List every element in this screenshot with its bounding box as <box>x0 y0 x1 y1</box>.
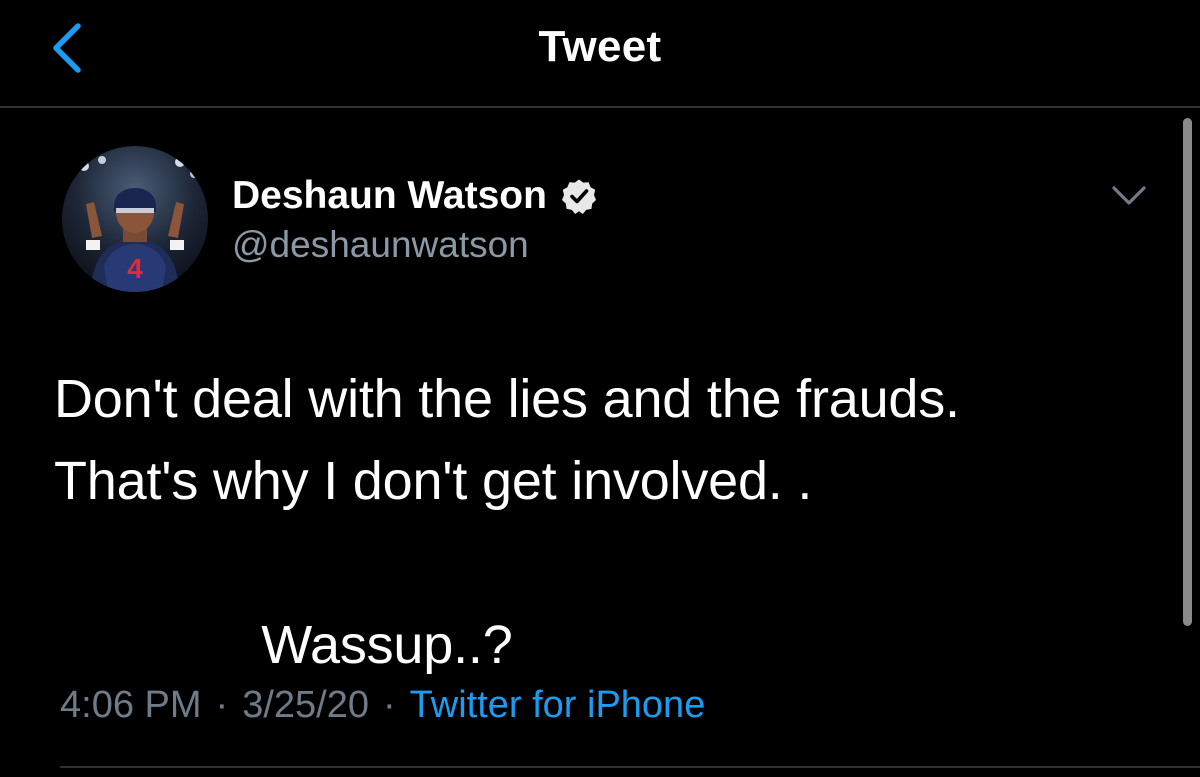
page-title: Tweet <box>538 22 662 71</box>
svg-text:4: 4 <box>127 253 143 284</box>
verified-badge-icon <box>561 179 596 214</box>
tweet-source-link[interactable]: Twitter for iPhone <box>410 684 706 727</box>
display-name[interactable]: Deshaun Watson <box>232 174 547 218</box>
divider <box>60 766 1200 768</box>
tweet-date: 3/25/20 <box>242 684 369 726</box>
tweet-options-button[interactable] <box>1106 176 1152 216</box>
meta-separator: · <box>382 684 396 726</box>
tweet-time: 4:06 PM <box>60 684 202 726</box>
tweet-metadata: 4:06 PM · 3/25/20 · Twitter for iPhone <box>60 684 705 727</box>
avatar[interactable]: 4 <box>62 146 208 292</box>
chevron-down-icon <box>1112 186 1146 205</box>
meta-separator: · <box>215 684 229 726</box>
author-name-row[interactable]: Deshaun Watson <box>232 172 597 220</box>
scrollbar[interactable] <box>1183 118 1192 626</box>
tweet-text: Don't deal with the lies and the frauds.… <box>54 369 960 675</box>
user-handle[interactable]: @deshaunwatson <box>232 224 529 266</box>
top-navigation-bar: Tweet <box>0 0 1200 108</box>
